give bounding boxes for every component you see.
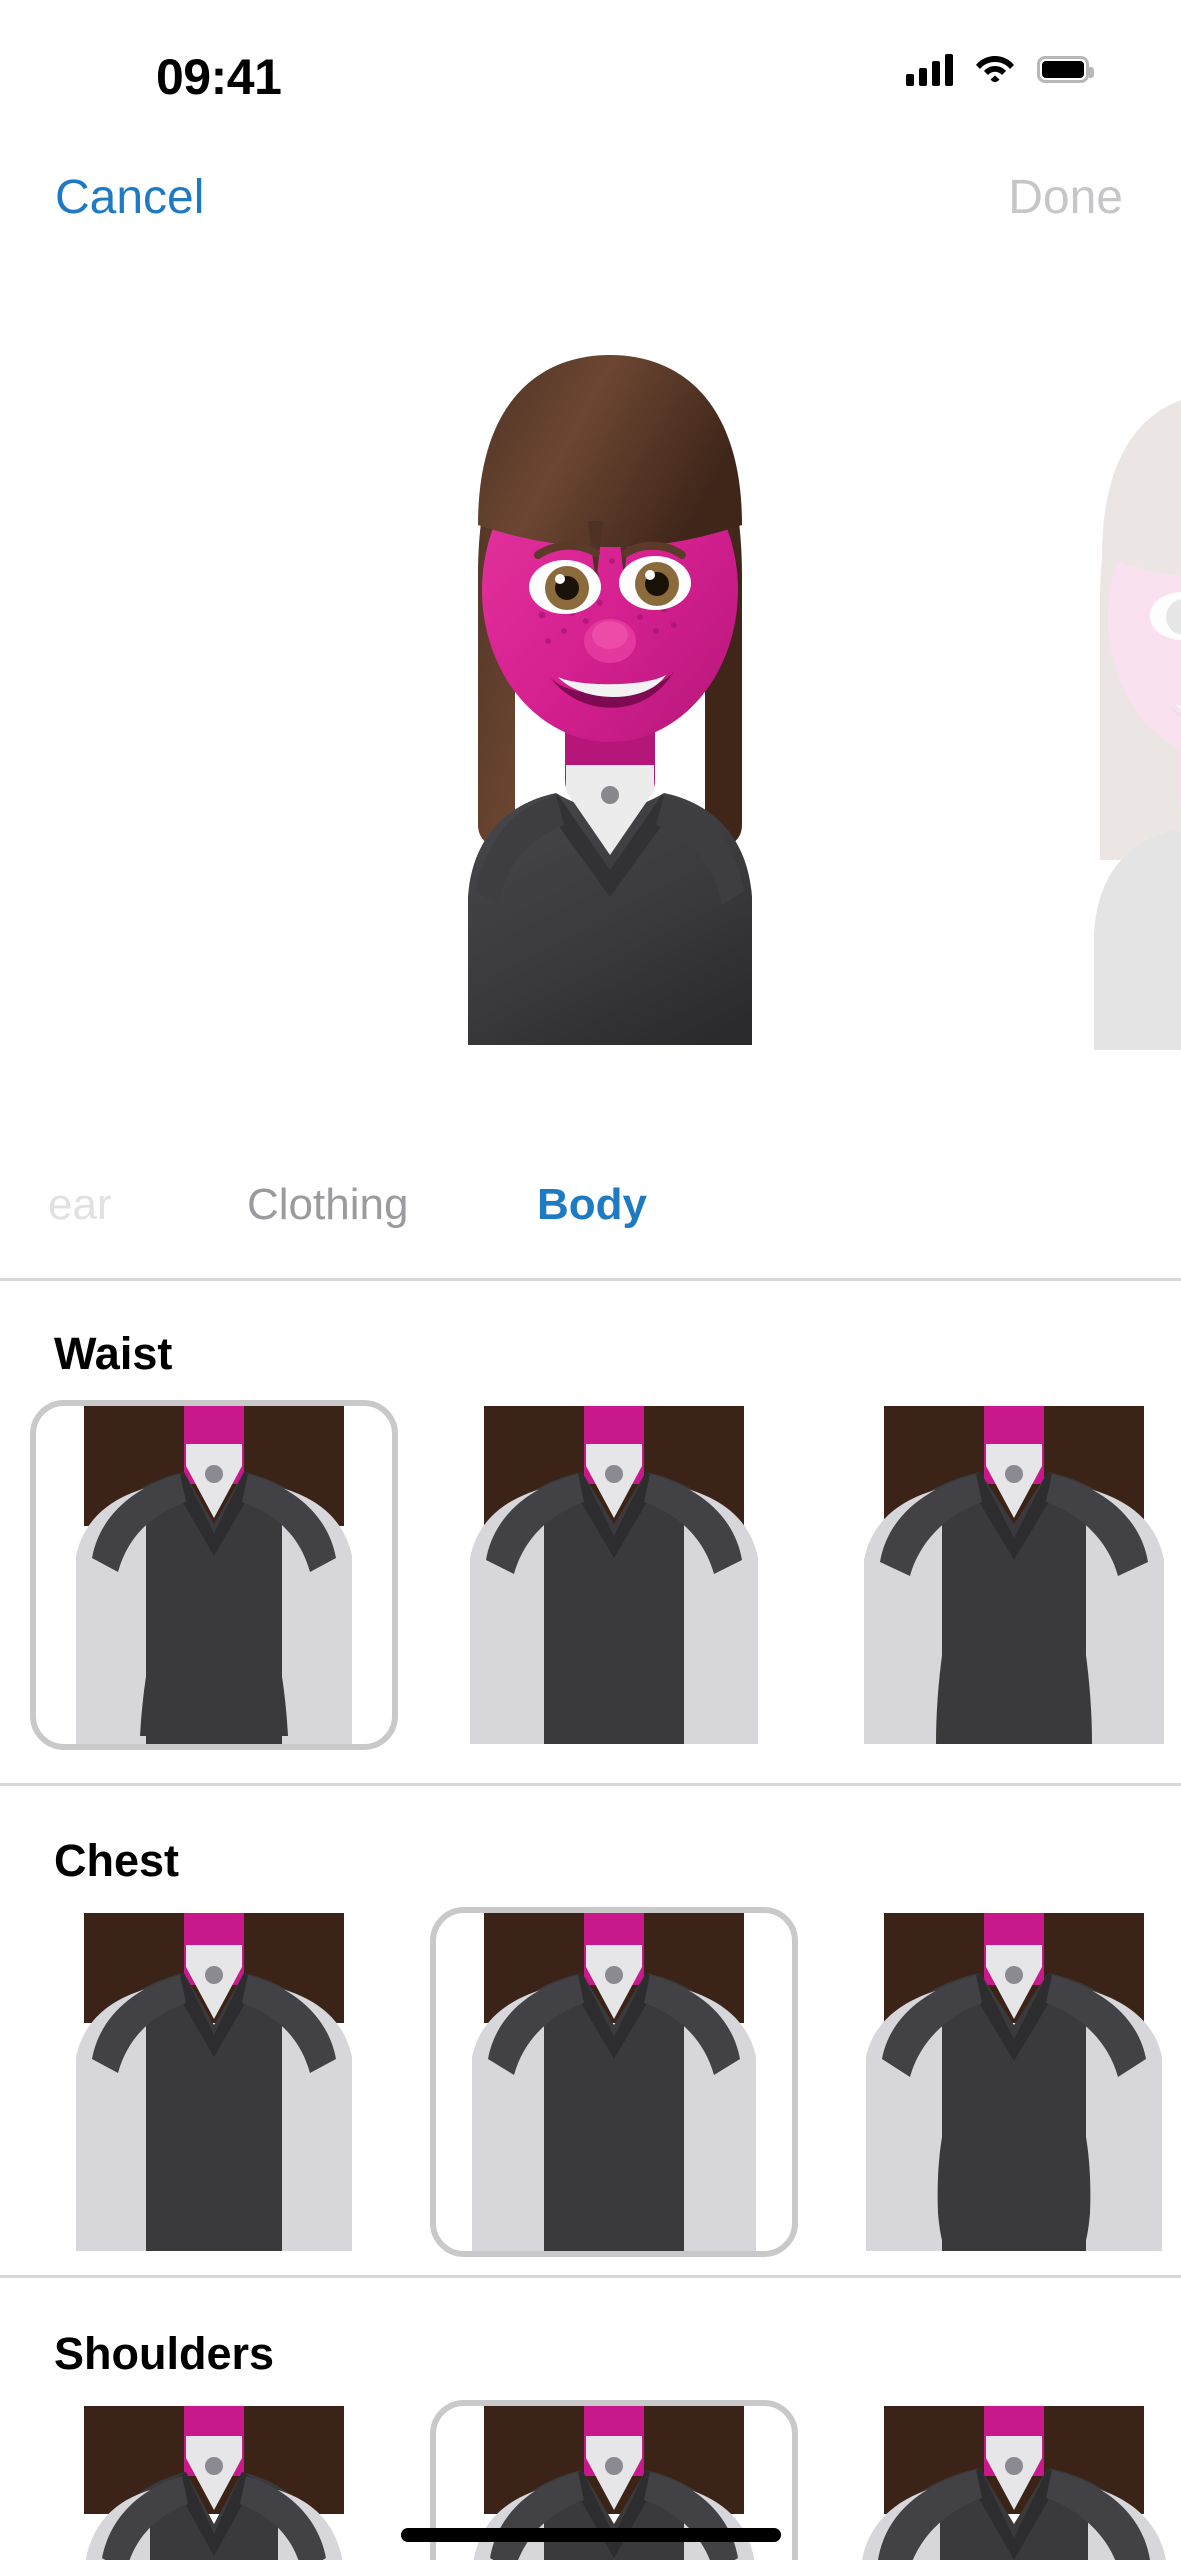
tab-bar-separator: [0, 1278, 1181, 1281]
home-indicator[interactable]: [400, 2528, 781, 2542]
waist-option-2[interactable]: [430, 1400, 798, 1750]
waist-option-row: [0, 1400, 1181, 1750]
tab-clothing[interactable]: Clothing: [247, 1180, 408, 1230]
cancel-button[interactable]: Cancel: [55, 170, 204, 225]
memoji-preview-next[interactable]: [1040, 360, 1181, 1050]
section-waist: Waist: [0, 1328, 1181, 1750]
status-bar: 09:41: [0, 0, 1181, 125]
cellular-signal-icon: [906, 53, 953, 86]
section-title-chest: Chest: [54, 1835, 180, 1886]
done-button[interactable]: Done: [1008, 170, 1123, 225]
chest-option-1[interactable]: [30, 1907, 398, 2257]
section-shoulders: Shoulders: [0, 2328, 1181, 2560]
section-chest: Chest: [0, 1835, 1181, 2257]
memoji-preview-carousel[interactable]: [0, 300, 1181, 1080]
battery-full-icon: [1037, 56, 1094, 83]
wifi-icon: [975, 52, 1015, 87]
tab-body[interactable]: Body: [537, 1180, 647, 1230]
chest-option-2[interactable]: [430, 1907, 798, 2257]
waist-option-1[interactable]: [30, 1400, 398, 1750]
chest-option-row: [0, 1907, 1181, 2257]
section-separator-2: [0, 2275, 1181, 2278]
category-tab-bar[interactable]: ear Clothing Body: [0, 1180, 1181, 1280]
waist-option-3[interactable]: [830, 1400, 1181, 1750]
section-separator-1: [0, 1783, 1181, 1786]
status-bar-time: 09:41: [156, 49, 282, 105]
status-bar-icons: [906, 52, 1094, 87]
nav-bar: Cancel Done: [0, 170, 1181, 280]
shoulders-option-1[interactable]: [30, 2400, 398, 2560]
shoulders-option-3[interactable]: [830, 2400, 1181, 2560]
memoji-body-editor-screen: 09:41 Cancel Done ear Clothing Body Wais…: [0, 0, 1181, 2560]
tab-headwear[interactable]: ear: [48, 1180, 112, 1230]
section-title-waist: Waist: [54, 1328, 173, 1379]
section-title-shoulders: Shoulders: [54, 2328, 275, 2379]
memoji-preview-primary[interactable]: [360, 325, 860, 1045]
chest-option-3[interactable]: [830, 1907, 1181, 2257]
